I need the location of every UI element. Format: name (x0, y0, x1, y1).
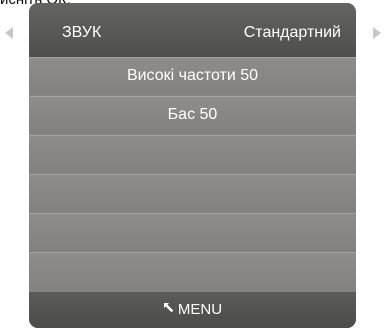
menu-item-label: Високі частоти 50 (126, 67, 259, 84)
menu-footer-label: MENU (177, 301, 223, 318)
sound-menu-panel: ЗВУК Стандартний Високі частоти 50 Бас 5… (29, 3, 356, 328)
menu-item-empty (29, 213, 356, 250)
menu-item-empty (29, 252, 356, 292)
nav-left-arrow-icon[interactable] (5, 27, 13, 39)
menu-item-label: Бас 50 (167, 106, 218, 123)
return-arrow-icon (163, 291, 175, 327)
menu-header: ЗВУК Стандартний (29, 3, 356, 57)
menu-item-bass[interactable]: Бас 50 (29, 96, 356, 133)
menu-footer[interactable]: MENU (29, 292, 356, 328)
menu-item-empty (29, 174, 356, 211)
sound-mode-value[interactable]: Стандартний (244, 24, 341, 42)
nav-right-arrow-icon[interactable] (373, 27, 381, 39)
menu-title: ЗВУК (62, 24, 102, 41)
menu-item-empty (29, 135, 356, 172)
menu-item-treble[interactable]: Високі частоти 50 (29, 57, 356, 94)
